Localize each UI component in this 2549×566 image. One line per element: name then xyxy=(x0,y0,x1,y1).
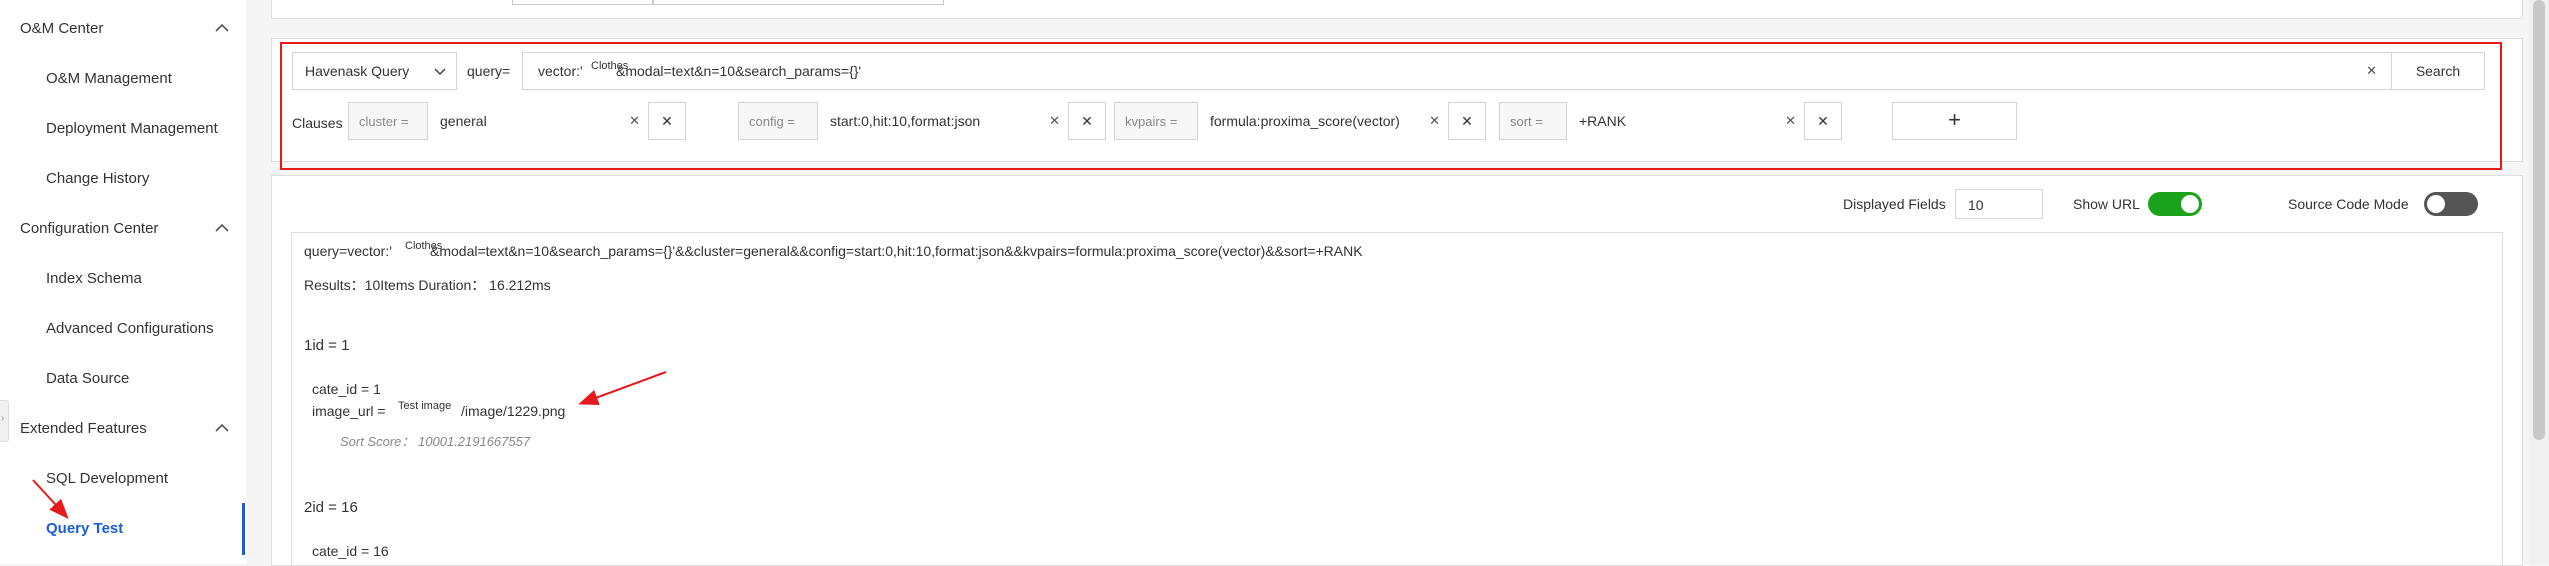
plus-icon: + xyxy=(1948,107,1961,132)
sidebar-item-label: Data Source xyxy=(46,370,130,387)
results-list: query=vector:' Clothes &modal=text&n=10&… xyxy=(291,232,2503,566)
sidebar-group-extended-features[interactable]: Extended Features xyxy=(20,420,147,437)
result-query-suffix: &modal=text&n=10&search_params={}'&&clus… xyxy=(430,243,1363,259)
clause-value: start:0,hit:10,format:json xyxy=(830,113,981,129)
chevron-up-icon[interactable] xyxy=(215,223,229,233)
sidebar-group-label: Extended Features xyxy=(20,420,147,437)
source-code-mode-toggle[interactable] xyxy=(2424,192,2478,216)
result-field-image-url-prefix: image_url = xyxy=(312,403,386,419)
scrollbar-thumb[interactable] xyxy=(2533,0,2545,440)
clause-key: sort = xyxy=(1510,114,1543,129)
chevron-right-icon: › xyxy=(1,413,5,424)
close-icon: ✕ xyxy=(1461,113,1473,129)
sidebar-item-label: Index Schema xyxy=(46,270,142,287)
sidebar: O&M Center O&M Management Deployment Man… xyxy=(0,0,247,564)
sidebar-item-index-schema[interactable]: Index Schema xyxy=(46,270,142,287)
clear-icon[interactable]: ✕ xyxy=(1429,113,1440,129)
query-label: query= xyxy=(467,63,511,79)
clause-value: +RANK xyxy=(1579,113,1627,129)
sidebar-group-om-center[interactable]: O&M Center xyxy=(20,20,103,37)
result-card-title: 1id = 1 xyxy=(304,337,350,354)
toggle-knob xyxy=(2427,195,2445,213)
sidebar-item-data-source[interactable]: Data Source xyxy=(46,370,129,387)
clause-cluster[interactable]: cluster = general ✕ xyxy=(348,102,650,140)
clear-icon[interactable]: ✕ xyxy=(629,113,640,129)
chevron-up-icon[interactable] xyxy=(215,23,229,33)
query-input[interactable]: vector:' Clothes &modal=text&n=10&search… xyxy=(522,52,2392,90)
clause-sort[interactable]: sort = +RANK ✕ xyxy=(1499,102,1806,140)
result-sort-score: Sort Score： 10001.2191667557 xyxy=(340,434,531,449)
sidebar-item-label: O&M Management xyxy=(46,70,172,87)
displayed-fields-input[interactable]: 10 xyxy=(1955,189,2043,219)
sidebar-item-om-management[interactable]: O&M Management xyxy=(46,70,172,87)
clause-config[interactable]: config = start:0,hit:10,format:json ✕ xyxy=(738,102,1070,140)
show-url-toggle[interactable] xyxy=(2148,192,2202,216)
top-panel-remnant xyxy=(271,0,2523,19)
sidebar-collapse-handle[interactable]: › xyxy=(0,400,9,442)
query-value-suffix: &modal=text&n=10&search_params={}' xyxy=(616,63,862,79)
clause-value: general xyxy=(440,113,487,129)
remove-clause-button[interactable]: ✕ xyxy=(1804,102,1842,140)
sidebar-item-deployment-management[interactable]: Deployment Management xyxy=(46,120,218,137)
result-field: cate_id = 16 xyxy=(312,543,389,559)
search-button-label: Search xyxy=(2415,63,2461,79)
sidebar-group-label: O&M Center xyxy=(20,20,104,37)
add-clause-button[interactable]: + xyxy=(1892,102,2017,140)
show-url-label: Show URL xyxy=(2073,196,2140,212)
chevron-down-icon xyxy=(434,68,446,76)
remove-clause-button[interactable]: ✕ xyxy=(648,102,686,140)
source-code-mode-label: Source Code Mode xyxy=(2288,196,2409,212)
clear-icon[interactable]: ✕ xyxy=(1785,113,1796,129)
remove-clause-button[interactable]: ✕ xyxy=(1068,102,1106,140)
sidebar-item-sql-development[interactable]: SQL Development xyxy=(46,470,168,487)
query-panel: Havenask Query query= vector:' Clothes &… xyxy=(271,38,2523,162)
clause-key: config = xyxy=(749,114,795,129)
clause-value: formula:proxima_score(vector) xyxy=(1210,113,1400,129)
clauses-label: Clauses xyxy=(292,115,343,131)
results-header: query=vector:' Clothes &modal=text&n=10&… xyxy=(292,233,2502,312)
result-card: 1id = 1 cate_id = 1 image_url = Test ima… xyxy=(292,311,2502,474)
top-field-remnant xyxy=(512,0,654,5)
top-field-remnant xyxy=(652,0,944,5)
toggle-knob xyxy=(2181,195,2199,213)
sidebar-item-change-history[interactable]: Change History xyxy=(46,170,149,187)
result-field: cate_id = 1 xyxy=(312,381,381,397)
sidebar-item-label: Change History xyxy=(46,170,150,187)
sidebar-item-label: Deployment Management xyxy=(46,120,218,137)
clause-key: cluster = xyxy=(359,114,409,129)
sidebar-group-configuration-center[interactable]: Configuration Center xyxy=(20,220,158,237)
sidebar-item-label: SQL Development xyxy=(46,470,169,487)
query-value-prefix: vector:' xyxy=(538,63,583,79)
sidebar-item-advanced-configurations[interactable]: Advanced Configurations xyxy=(46,320,214,337)
result-summary: Results：10Items Duration： 16.212ms xyxy=(304,277,551,293)
result-card-title: 2id = 16 xyxy=(304,499,358,516)
clause-key: kvpairs = xyxy=(1125,114,1178,129)
result-query-prefix: query=vector:' xyxy=(304,243,392,259)
result-field-image-url-overlay: Test image xyxy=(398,400,452,412)
close-icon: ✕ xyxy=(661,113,673,129)
clause-kvpairs[interactable]: kvpairs = formula:proxima_score(vector) … xyxy=(1114,102,1450,140)
displayed-fields-value: 10 xyxy=(1968,197,1984,213)
result-card: 2id = 16 cate_id = 16 xyxy=(292,473,2502,565)
main-content: Havenask Query query= vector:' Clothes &… xyxy=(246,0,2549,566)
remove-clause-button[interactable]: ✕ xyxy=(1448,102,1486,140)
close-icon: ✕ xyxy=(1081,113,1093,129)
result-field-image-url-suffix: /image/1229.png xyxy=(461,403,566,419)
chevron-up-icon[interactable] xyxy=(215,423,229,433)
clear-icon[interactable]: ✕ xyxy=(2366,63,2377,79)
sidebar-item-label: Advanced Configurations xyxy=(46,320,214,337)
sidebar-item-query-test[interactable]: Query Test xyxy=(46,520,123,537)
displayed-fields-label: Displayed Fields xyxy=(1843,196,1946,212)
sidebar-item-label: Query Test xyxy=(46,520,124,537)
page-scrollbar[interactable] xyxy=(2529,0,2549,564)
active-indicator xyxy=(242,503,245,555)
engine-select[interactable]: Havenask Query xyxy=(292,52,457,90)
sidebar-group-label: Configuration Center xyxy=(20,220,159,237)
engine-select-value: Havenask Query xyxy=(305,63,410,79)
close-icon: ✕ xyxy=(1817,113,1829,129)
clear-icon[interactable]: ✕ xyxy=(1049,113,1060,129)
search-button[interactable]: Search xyxy=(2391,52,2485,90)
